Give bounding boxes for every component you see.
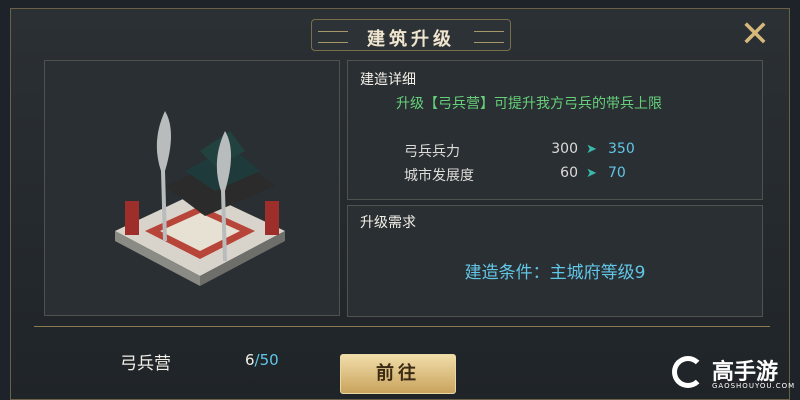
divider bbox=[34, 326, 770, 327]
requirements-panel: 升级需求 建造条件：主城府等级9 bbox=[347, 205, 763, 317]
brand-logo-icon bbox=[672, 356, 704, 388]
building-name: 弓兵营 bbox=[120, 354, 171, 374]
building-count-max: /50 bbox=[254, 351, 279, 369]
requirements-condition: 建造条件：主城府等级9 bbox=[464, 263, 646, 283]
watermark-domain: GAOSHOUYOU.COM bbox=[712, 382, 796, 390]
crossed-blades-close-icon: ✕ bbox=[739, 14, 771, 55]
details-panel: 建造详细 升级【弓兵营】可提升我方弓兵的带兵上限 弓兵兵力 300 ➤ 350 … bbox=[347, 60, 763, 200]
stat-label-archer-power: 弓兵兵力 bbox=[404, 144, 460, 160]
building-count-current: 6 bbox=[245, 351, 255, 369]
details-description: 升级【弓兵营】可提升我方弓兵的带兵上限 bbox=[396, 96, 662, 112]
building-panel: 弓兵营 6/50 bbox=[44, 60, 340, 374]
go-button[interactable]: 前往 bbox=[340, 354, 456, 394]
arrow-right-icon: ➤ bbox=[586, 166, 597, 181]
arrow-right-icon: ➤ bbox=[586, 142, 597, 157]
stat-new-city-development: 70 bbox=[608, 165, 626, 181]
requirements-heading: 升级需求 bbox=[360, 215, 416, 231]
archer-camp-building-icon bbox=[115, 111, 285, 286]
title-bar: 建筑升级 bbox=[311, 19, 511, 51]
watermark-logo: 高手游 GAOSHOUYOU.COM bbox=[672, 354, 796, 394]
title-ornament-right bbox=[474, 31, 504, 43]
stat-new-archer-power: 350 bbox=[608, 141, 635, 157]
building-count: 6/50 bbox=[245, 351, 279, 369]
stat-label-city-development: 城市发展度 bbox=[404, 168, 474, 184]
stat-old-city-development: 60 bbox=[560, 165, 578, 181]
close-button[interactable]: ✕ bbox=[735, 15, 775, 55]
stat-old-archer-power: 300 bbox=[551, 141, 578, 157]
details-heading: 建造详细 bbox=[360, 72, 416, 88]
